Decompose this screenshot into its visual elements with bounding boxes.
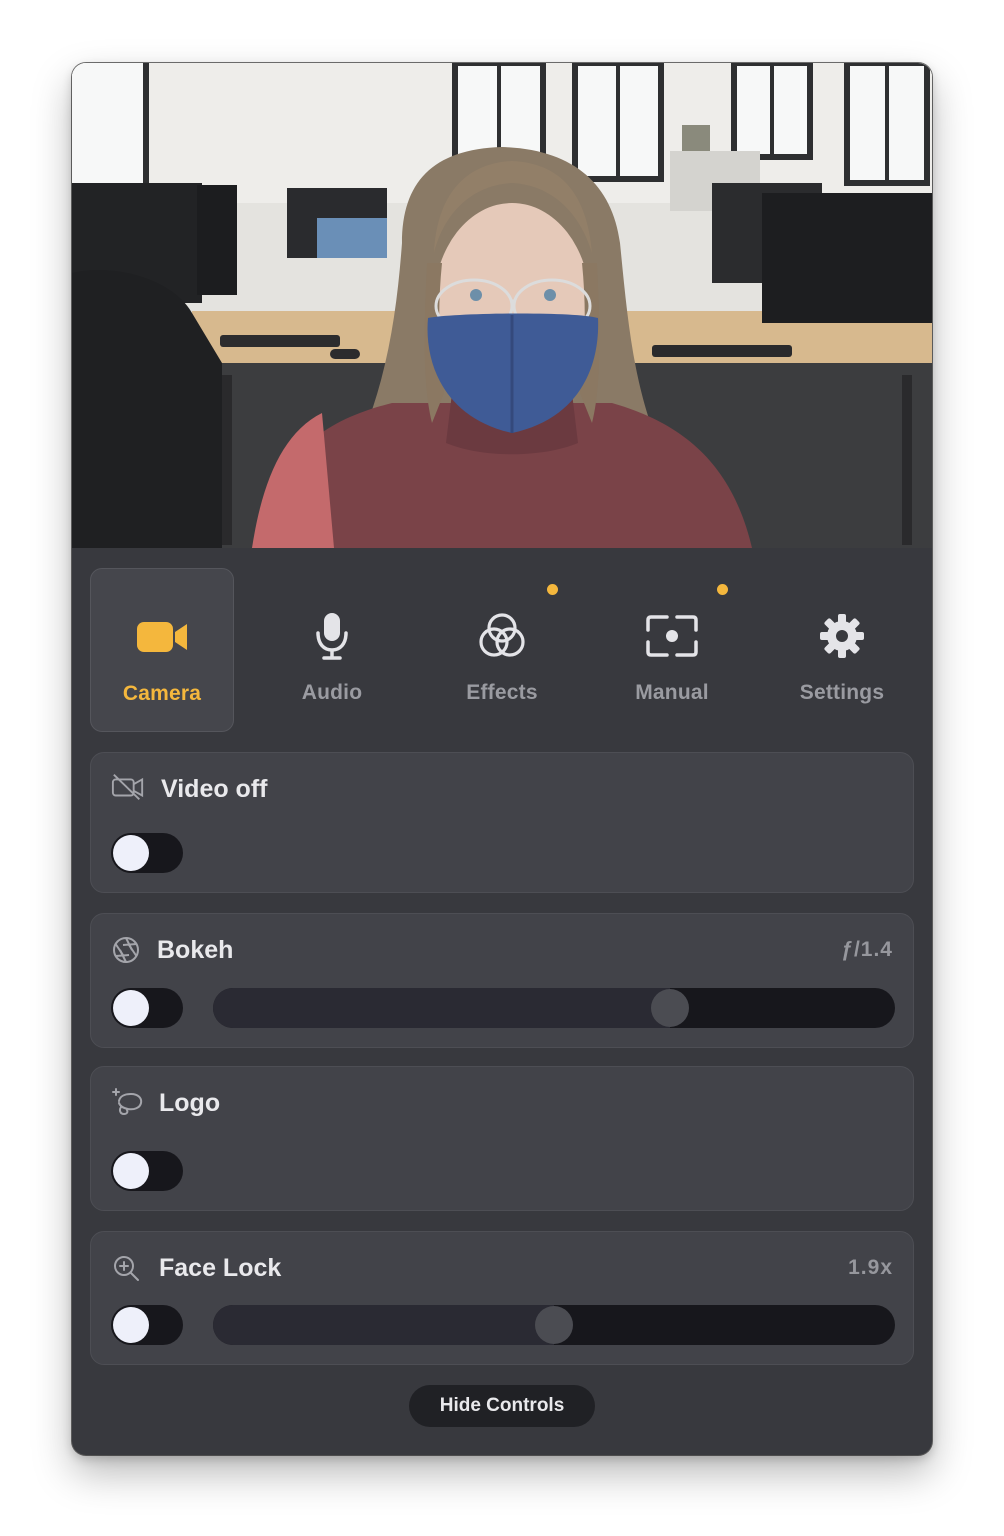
tab-label: Manual [635,681,709,704]
video-off-toggle[interactable] [111,833,183,873]
toggle-knob [113,990,149,1026]
tab-manual[interactable]: Manual [600,568,744,732]
logo-title: Logo [159,1089,221,1117]
zoom-in-icon [111,1252,141,1284]
aperture-icon [111,934,141,966]
face-lock-header: Face Lock 1.9x [111,1252,893,1284]
tab-effects[interactable]: Effects [430,568,574,732]
logo-toggle[interactable] [111,1151,183,1191]
mode-tab-bar: Camera Audio Effects Manual Settings [90,568,915,732]
bokeh-title: Bokeh [157,936,234,964]
tab-label: Camera [122,682,202,705]
bokeh-card: Bokeh ƒ/1.4 [90,913,914,1048]
effects-indicator-dot [547,584,558,595]
microphone-icon [302,606,362,666]
logo-lasso-icon [111,1087,145,1119]
toggle-knob [113,835,149,871]
tab-settings[interactable]: Settings [770,568,914,732]
video-camera-icon [133,607,193,667]
slider-fill [213,1305,554,1345]
face-lock-slider[interactable] [213,1305,895,1345]
face-lock-toggle[interactable] [111,1305,183,1345]
gear-icon [812,606,872,666]
toggle-knob [113,1307,149,1343]
face-lock-title: Face Lock [159,1254,282,1282]
camera-preview [72,63,932,548]
tab-label: Settings [799,681,885,704]
tab-camera[interactable]: Camera [90,568,234,732]
logo-header: Logo [111,1087,893,1119]
bokeh-header: Bokeh ƒ/1.4 [111,934,893,966]
hide-controls-button[interactable]: Hide Controls [409,1385,595,1427]
tab-label: Audio [301,681,363,704]
video-off-header: Video off [111,773,893,805]
bokeh-slider[interactable] [213,988,895,1028]
camera-app-window: Camera Audio Effects Manual Settings Vid… [72,63,932,1455]
face-lock-card: Face Lock 1.9x [90,1231,914,1365]
slider-fill [213,988,670,1028]
video-off-card: Video off [90,752,914,893]
tab-audio[interactable]: Audio [260,568,404,732]
video-off-title: Video off [161,775,268,803]
bokeh-toggle[interactable] [111,988,183,1028]
tab-label: Effects [466,681,538,704]
bokeh-value: ƒ/1.4 [841,938,893,961]
color-circles-icon [472,606,532,666]
logo-card: Logo [90,1066,914,1211]
slider-thumb[interactable] [650,989,689,1027]
manual-indicator-dot [717,584,728,595]
face-lock-value: 1.9x [848,1256,893,1279]
toggle-knob [113,1153,149,1189]
video-off-icon [111,771,145,803]
focus-frame-icon [642,606,702,666]
slider-thumb[interactable] [535,1306,573,1344]
